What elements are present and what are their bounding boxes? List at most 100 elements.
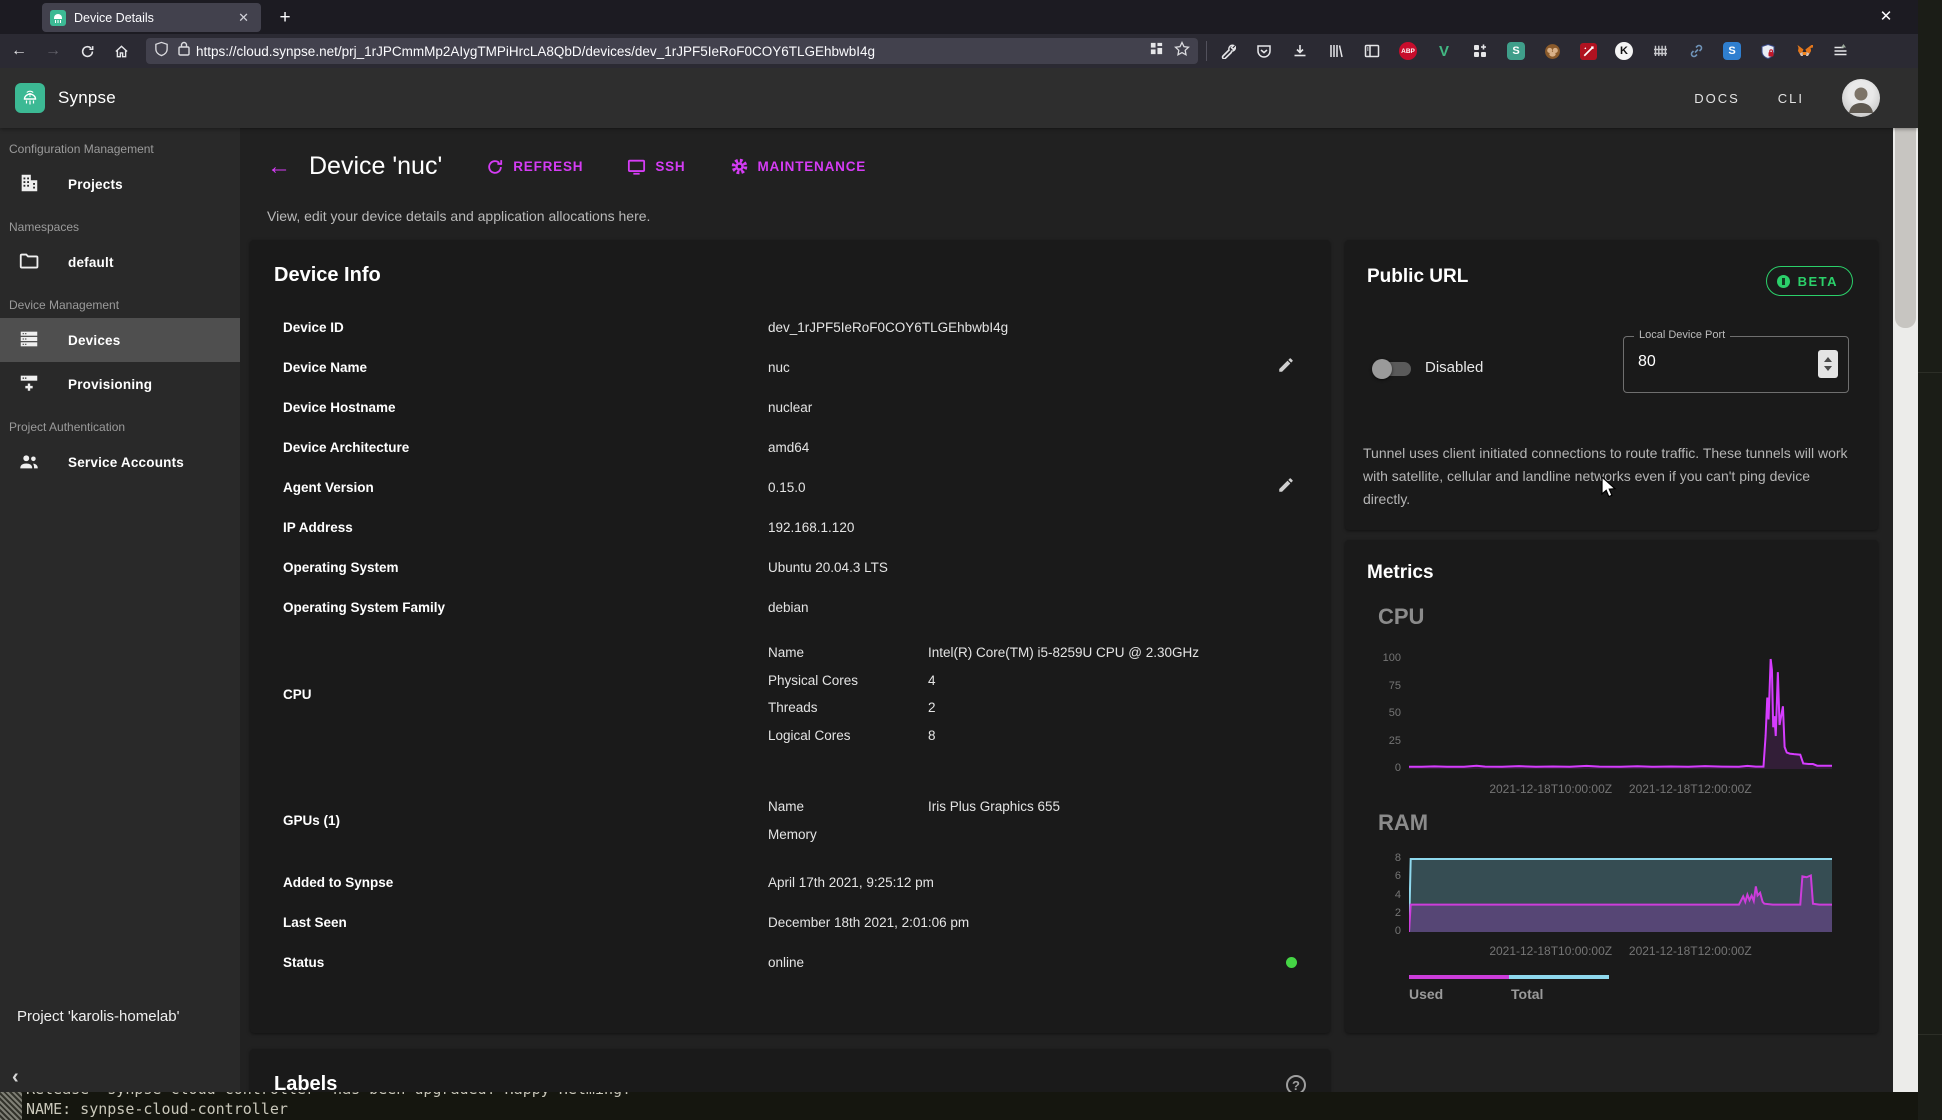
fence-icon[interactable] — [1645, 38, 1675, 64]
sourcegraph-icon[interactable]: S — [1501, 38, 1531, 64]
window-close-icon[interactable]: ✕ — [1872, 4, 1900, 30]
shield-icon[interactable] — [154, 41, 169, 62]
library-icon[interactable] — [1321, 38, 1351, 64]
new-tab-button[interactable]: + — [272, 5, 298, 31]
labels-title: Labels — [274, 1073, 1286, 1092]
subrow-value: 8 — [928, 728, 936, 743]
adblock-plus-icon[interactable]: ABP — [1393, 38, 1423, 64]
people-icon — [18, 450, 42, 474]
lock-icon[interactable] — [178, 41, 190, 61]
download-icon[interactable] — [1285, 38, 1315, 64]
provisioning-icon — [18, 372, 42, 396]
url-bar[interactable]: https://cloud.synpse.net/prj_1rJPCmmMp2A… — [146, 38, 1198, 64]
sidebar-item-label: Provisioning — [68, 377, 152, 392]
reload-icon[interactable] — [72, 38, 102, 64]
metamask-icon[interactable] — [1789, 38, 1819, 64]
cli-link[interactable]: CLI — [1778, 91, 1804, 106]
sidebar-section-label: Namespaces — [0, 206, 240, 240]
row-value: dev_1rJPF5IeRoF0COY6TLGEhbwbI4g — [768, 320, 1297, 335]
synpse-logo[interactable] — [15, 83, 45, 113]
refresh-button[interactable]: REFRESH — [486, 158, 583, 176]
sidebar: Configuration Management Projects Namespac… — [0, 128, 240, 1092]
bookmark-star-icon[interactable] — [1174, 41, 1190, 62]
kagi-icon[interactable]: K — [1609, 38, 1639, 64]
row-label: Device Name — [283, 360, 768, 375]
sidebar-item-projects[interactable]: Projects — [0, 162, 240, 206]
row-value: 0.15.0 — [768, 480, 1277, 495]
subrow-key: Physical Cores — [768, 673, 928, 688]
public-url-title: Public URL — [1367, 266, 1468, 288]
device-info-group: GPUs (1)NameIris Plus Graphics 655Memory — [250, 793, 1330, 848]
device-info-row: IP Address192.168.1.120 — [250, 507, 1330, 547]
url-text[interactable]: https://cloud.synpse.net/prj_1rJPCmmMp2A… — [196, 44, 1149, 59]
menu-hamburger-icon[interactable] — [1825, 38, 1855, 64]
new-releases-icon — [1777, 275, 1790, 288]
page-subtitle: View, edit your device details and appli… — [267, 208, 650, 224]
sidebar-item-provisioning[interactable]: Provisioning — [0, 362, 240, 406]
device-info-row: Device IDdev_1rJPF5IeRoF0COY6TLGEhbwbI4g — [250, 307, 1330, 347]
home-icon[interactable] — [106, 38, 136, 64]
password-shield-icon[interactable] — [1753, 38, 1783, 64]
edit-pencil-icon[interactable] — [1277, 356, 1297, 379]
row-label: Agent Version — [283, 480, 768, 495]
sidebar-project-label: Project 'karolis-homelab' — [17, 1008, 179, 1025]
shortkeys-icon[interactable]: S — [1717, 38, 1747, 64]
sidebar-collapse-icon[interactable]: ‹ — [12, 1066, 19, 1089]
local-device-port-field[interactable]: Local Device Port 80 — [1623, 336, 1849, 393]
edit-pencil-icon[interactable] — [1277, 476, 1297, 499]
sidebar-section-label: Configuration Management — [0, 128, 240, 162]
legend-swatch-total[interactable] — [1509, 975, 1609, 979]
tampermonkey-icon[interactable] — [1537, 38, 1567, 64]
tab-bar: Device Details ✕ + ✕ — [0, 0, 1918, 34]
wrench-icon[interactable] — [1213, 38, 1243, 64]
stepper-down-icon[interactable] — [1824, 366, 1832, 371]
device-info-group-label: CPU — [283, 687, 768, 702]
sidebar-item-default[interactable]: default — [0, 240, 240, 284]
terminal-line: NAME: synpse-cloud-controller — [26, 1100, 288, 1118]
back-arrow-icon[interactable]: ← — [267, 153, 291, 181]
cpu-chart — [1409, 656, 1832, 776]
screenshot-wizard-icon[interactable] — [1573, 38, 1603, 64]
row-value: online — [768, 955, 1286, 970]
sidebar-item-service-accounts[interactable]: Service Accounts — [0, 440, 240, 484]
stepper-up-icon[interactable] — [1824, 357, 1832, 362]
ssh-button[interactable]: SSH — [627, 158, 685, 176]
toggle-knob[interactable] — [1372, 359, 1392, 379]
extensions-icon[interactable] — [1465, 38, 1495, 64]
back-icon[interactable]: ← — [4, 38, 34, 64]
beta-badge: BETA — [1766, 266, 1853, 296]
device-info-row: Agent Version0.15.0 — [250, 467, 1330, 507]
labels-card: Labels ? — [250, 1049, 1330, 1092]
tab-device-details[interactable]: Device Details ✕ — [42, 3, 261, 32]
user-avatar[interactable] — [1842, 79, 1880, 117]
sidebar-section-label: Project Authentication — [0, 406, 240, 440]
docs-link[interactable]: DOCS — [1694, 91, 1740, 106]
sidebar-item-label: Projects — [68, 177, 123, 192]
device-info-row: Statusonline — [250, 942, 1330, 982]
maintenance-button[interactable]: MAINTENANCE — [730, 157, 867, 176]
vue-devtools-icon[interactable]: V — [1429, 38, 1459, 64]
device-info-row: Device Namenuc — [250, 347, 1330, 387]
sidebar-panel-icon[interactable] — [1357, 38, 1387, 64]
projects-icon — [18, 172, 42, 196]
port-stepper[interactable] — [1818, 350, 1838, 378]
public-url-toggle[interactable] — [1375, 362, 1411, 376]
subrow-key: Name — [768, 645, 928, 660]
pocket-icon[interactable] — [1249, 38, 1279, 64]
port-field-value[interactable]: 80 — [1638, 353, 1656, 371]
legend-swatch-used[interactable] — [1409, 975, 1509, 979]
devices-icon — [18, 328, 42, 352]
page-scrollbar[interactable] — [1893, 68, 1918, 1092]
app-grid-icon[interactable] — [1149, 41, 1164, 61]
device-info-subrow: Physical Cores4 — [768, 667, 1297, 695]
row-value: Ubuntu 20.04.3 LTS — [768, 560, 1297, 575]
sidebar-item-devices[interactable]: Devices — [0, 318, 240, 362]
row-label: Device Hostname — [283, 400, 768, 415]
device-info-row: Device Architectureamd64 — [250, 427, 1330, 467]
ram-chart-label: RAM — [1378, 810, 1428, 836]
help-icon[interactable]: ? — [1286, 1075, 1306, 1093]
link-chain-icon[interactable] — [1681, 38, 1711, 64]
forward-icon[interactable]: → — [38, 38, 68, 64]
tab-close-icon[interactable]: ✕ — [234, 8, 253, 28]
browser-toolbar: ← → https://cloud.synpse.net/prj_1rJPCmm… — [0, 34, 1918, 68]
